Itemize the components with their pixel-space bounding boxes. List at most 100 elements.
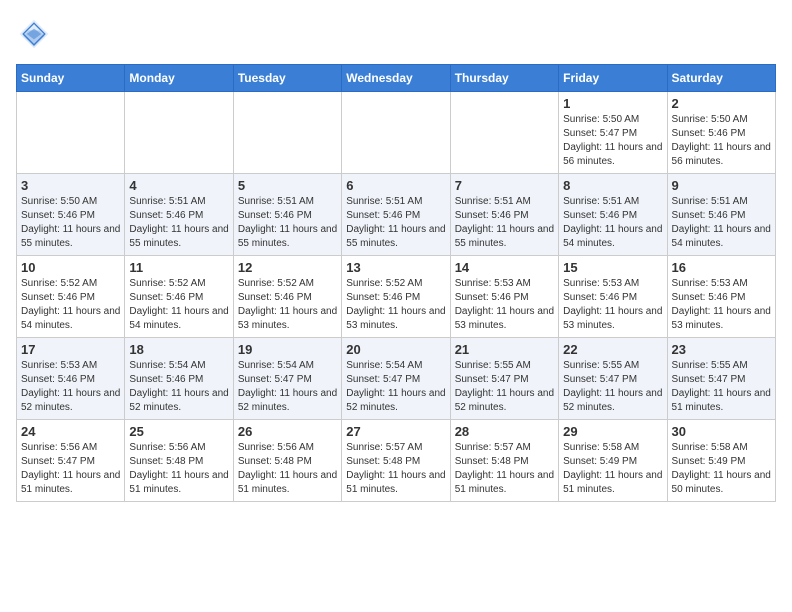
calendar-week-5: 24 Sunrise: 5:56 AMSunset: 5:47 PMDayligh… (17, 420, 776, 502)
day-info: Sunrise: 5:51 AMSunset: 5:46 PMDaylight:… (129, 195, 228, 251)
weekday-header-tuesday: Tuesday (233, 65, 341, 92)
day-info: Sunrise: 5:56 AMSunset: 5:48 PMDaylight:… (129, 441, 228, 497)
day-number: 4 (129, 178, 228, 193)
weekday-header-thursday: Thursday (450, 65, 558, 92)
calendar-cell: 1Sunrise: 5:50 AMSunset: 5:47 PMDaylight… (559, 92, 667, 174)
calendar-week-2: 3Sunrise: 5:50 AMSunset: 5:46 PMDaylight… (17, 174, 776, 256)
calendar-cell: 3Sunrise: 5:50 AMSunset: 5:46 PMDaylight… (17, 174, 125, 256)
calendar-cell: 15 Sunrise: 5:53 AMSunset: 5:46 PMDayligh… (559, 256, 667, 338)
calendar-cell: 24 Sunrise: 5:56 AMSunset: 5:47 PMDayligh… (17, 420, 125, 502)
calendar-cell: 29 Sunrise: 5:58 AMSunset: 5:49 PMDayligh… (559, 420, 667, 502)
day-number: 18 (129, 342, 228, 357)
calendar-cell: 16 Sunrise: 5:53 AMSunset: 5:46 PMDayligh… (667, 256, 775, 338)
calendar-week-3: 10 Sunrise: 5:52 AMSunset: 5:46 PMDayligh… (17, 256, 776, 338)
day-number: 15 (563, 260, 662, 275)
calendar-cell: 30 Sunrise: 5:58 AMSunset: 5:49 PMDayligh… (667, 420, 775, 502)
calendar-cell: 27 Sunrise: 5:57 AMSunset: 5:48 PMDayligh… (342, 420, 450, 502)
calendar-cell: 7Sunrise: 5:51 AMSunset: 5:46 PMDaylight… (450, 174, 558, 256)
day-info: Sunrise: 5:53 AMSunset: 5:46 PMDaylight:… (563, 277, 662, 333)
day-info: Sunrise: 5:51 AMSunset: 5:46 PMDaylight:… (238, 195, 337, 251)
day-number: 20 (346, 342, 445, 357)
day-info: Sunrise: 5:55 AMSunset: 5:47 PMDaylight:… (672, 359, 771, 415)
day-number: 16 (672, 260, 771, 275)
day-info: Sunrise: 5:54 AMSunset: 5:47 PMDaylight:… (346, 359, 445, 415)
calendar-week-4: 17 Sunrise: 5:53 AMSunset: 5:46 PMDayligh… (17, 338, 776, 420)
day-number: 19 (238, 342, 337, 357)
day-number: 13 (346, 260, 445, 275)
day-info: Sunrise: 5:51 AMSunset: 5:46 PMDaylight:… (346, 195, 445, 251)
calendar-cell: 2 Sunrise: 5:50 AMSunset: 5:46 PMDaylight… (667, 92, 775, 174)
day-number: 7 (455, 178, 554, 193)
day-info: Sunrise: 5:56 AMSunset: 5:48 PMDaylight:… (238, 441, 337, 497)
calendar-cell: 17 Sunrise: 5:53 AMSunset: 5:46 PMDayligh… (17, 338, 125, 420)
day-info: Sunrise: 5:53 AMSunset: 5:46 PMDaylight:… (21, 359, 120, 415)
calendar-cell (450, 92, 558, 174)
day-info: Sunrise: 5:57 AMSunset: 5:48 PMDaylight:… (346, 441, 445, 497)
day-info: Sunrise: 5:50 AMSunset: 5:47 PMDaylight:… (563, 113, 662, 169)
day-number: 28 (455, 424, 554, 439)
day-number: 24 (21, 424, 120, 439)
day-number: 6 (346, 178, 445, 193)
day-info: Sunrise: 5:56 AMSunset: 5:47 PMDaylight:… (21, 441, 120, 497)
calendar-week-1: 1Sunrise: 5:50 AMSunset: 5:47 PMDaylight… (17, 92, 776, 174)
calendar-cell: 20 Sunrise: 5:54 AMSunset: 5:47 PMDayligh… (342, 338, 450, 420)
day-number: 9 (672, 178, 771, 193)
calendar-table: SundayMondayTuesdayWednesdayThursdayFrid… (16, 64, 776, 502)
day-number: 22 (563, 342, 662, 357)
day-number: 29 (563, 424, 662, 439)
day-number: 25 (129, 424, 228, 439)
calendar-cell: 8Sunrise: 5:51 AMSunset: 5:46 PMDaylight… (559, 174, 667, 256)
calendar-cell: 25 Sunrise: 5:56 AMSunset: 5:48 PMDayligh… (125, 420, 233, 502)
weekday-header-wednesday: Wednesday (342, 65, 450, 92)
day-info: Sunrise: 5:52 AMSunset: 5:46 PMDaylight:… (238, 277, 337, 333)
calendar-cell: 6 Sunrise: 5:51 AMSunset: 5:46 PMDaylight… (342, 174, 450, 256)
day-number: 2 (672, 96, 771, 111)
calendar-cell: 4 Sunrise: 5:51 AMSunset: 5:46 PMDaylight… (125, 174, 233, 256)
calendar-cell (342, 92, 450, 174)
day-number: 26 (238, 424, 337, 439)
day-number: 12 (238, 260, 337, 275)
calendar-cell: 26 Sunrise: 5:56 AMSunset: 5:48 PMDayligh… (233, 420, 341, 502)
day-info: Sunrise: 5:57 AMSunset: 5:48 PMDaylight:… (455, 441, 554, 497)
calendar-cell: 10Sunrise: 5:52 AMSunset: 5:46 PMDayligh… (17, 256, 125, 338)
calendar-cell: 5 Sunrise: 5:51 AMSunset: 5:46 PMDaylight… (233, 174, 341, 256)
day-number: 23 (672, 342, 771, 357)
day-info: Sunrise: 5:55 AMSunset: 5:47 PMDaylight:… (455, 359, 554, 415)
day-number: 30 (672, 424, 771, 439)
day-info: Sunrise: 5:55 AMSunset: 5:47 PMDaylight:… (563, 359, 662, 415)
calendar-cell: 21 Sunrise: 5:55 AMSunset: 5:47 PMDayligh… (450, 338, 558, 420)
day-info: Sunrise: 5:50 AMSunset: 5:46 PMDaylight:… (21, 195, 120, 251)
calendar-cell: 23 Sunrise: 5:55 AMSunset: 5:47 PMDayligh… (667, 338, 775, 420)
day-number: 17 (21, 342, 120, 357)
day-info: Sunrise: 5:50 AMSunset: 5:46 PMDaylight:… (672, 113, 771, 169)
day-info: Sunrise: 5:54 AMSunset: 5:47 PMDaylight:… (238, 359, 337, 415)
calendar-cell: 28 Sunrise: 5:57 AMSunset: 5:48 PMDayligh… (450, 420, 558, 502)
day-number: 8 (563, 178, 662, 193)
day-info: Sunrise: 5:51 AMSunset: 5:46 PMDaylight:… (672, 195, 771, 251)
day-number: 11 (129, 260, 228, 275)
day-info: Sunrise: 5:53 AMSunset: 5:46 PMDaylight:… (455, 277, 554, 333)
day-info: Sunrise: 5:58 AMSunset: 5:49 PMDaylight:… (672, 441, 771, 497)
calendar-cell: 12 Sunrise: 5:52 AMSunset: 5:46 PMDayligh… (233, 256, 341, 338)
day-info: Sunrise: 5:52 AMSunset: 5:46 PMDaylight:… (346, 277, 445, 333)
day-number: 27 (346, 424, 445, 439)
day-number: 14 (455, 260, 554, 275)
calendar-header-row: SundayMondayTuesdayWednesdayThursdayFrid… (17, 65, 776, 92)
calendar-cell (17, 92, 125, 174)
day-number: 5 (238, 178, 337, 193)
calendar-cell: 9 Sunrise: 5:51 AMSunset: 5:46 PMDaylight… (667, 174, 775, 256)
calendar-cell: 13 Sunrise: 5:52 AMSunset: 5:46 PMDayligh… (342, 256, 450, 338)
weekday-header-friday: Friday (559, 65, 667, 92)
day-number: 21 (455, 342, 554, 357)
day-number: 10 (21, 260, 120, 275)
page-header (16, 16, 776, 52)
day-info: Sunrise: 5:58 AMSunset: 5:49 PMDaylight:… (563, 441, 662, 497)
calendar-cell: 22 Sunrise: 5:55 AMSunset: 5:47 PMDayligh… (559, 338, 667, 420)
day-info: Sunrise: 5:52 AMSunset: 5:46 PMDaylight:… (129, 277, 228, 333)
weekday-header-sunday: Sunday (17, 65, 125, 92)
calendar-cell: 11 Sunrise: 5:52 AMSunset: 5:46 PMDayligh… (125, 256, 233, 338)
weekday-header-monday: Monday (125, 65, 233, 92)
day-info: Sunrise: 5:53 AMSunset: 5:46 PMDaylight:… (672, 277, 771, 333)
calendar-cell (125, 92, 233, 174)
calendar-cell: 18Sunrise: 5:54 AMSunset: 5:46 PMDayligh… (125, 338, 233, 420)
